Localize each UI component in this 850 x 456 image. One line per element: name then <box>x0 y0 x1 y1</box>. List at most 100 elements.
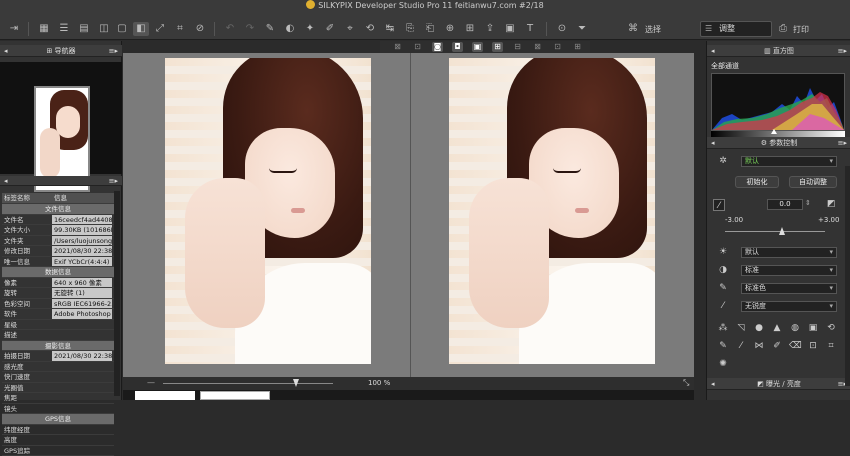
exposure-slider-track[interactable] <box>725 231 825 232</box>
adjust-dropdown[interactable]: ☰调整 <box>700 21 772 37</box>
tone-select[interactable]: 标准▾ <box>741 265 837 276</box>
preset-select[interactable]: 默认▾ <box>741 156 837 167</box>
filter-icon[interactable]: ⏷ <box>574 22 590 36</box>
zoom-out-icon[interactable]: — <box>147 378 155 387</box>
collapse-icon[interactable]: ◂ <box>711 45 715 57</box>
separator <box>214 22 215 36</box>
loupe-icon[interactable]: ⊙ <box>554 22 570 36</box>
dual-view-icon[interactable]: ◧ <box>133 22 149 36</box>
fit-icon[interactable]: ⤢ <box>152 22 168 36</box>
grid-view-icon[interactable]: ▦ <box>36 22 52 36</box>
tone-icon[interactable]: ◐ <box>282 22 298 36</box>
separator <box>546 22 547 36</box>
sphere-tool-icon[interactable]: ● <box>753 322 765 334</box>
view-mode-8-icon[interactable]: ⊠ <box>532 42 543 52</box>
color-icon: ✎ <box>717 282 729 294</box>
list-view-icon[interactable]: ☰ <box>56 22 72 36</box>
stepper-icon[interactable]: ⇕ <box>805 199 811 207</box>
film-thumbnail[interactable] <box>135 391 195 400</box>
info-scrollbar[interactable] <box>114 191 120 396</box>
rotate-tool-icon[interactable]: ⟲ <box>825 322 837 334</box>
palette-icon[interactable]: ▣ <box>502 22 518 36</box>
export-icon[interactable]: ⇪ <box>482 22 498 36</box>
triangle-tool-icon[interactable]: ▲ <box>771 322 783 334</box>
redo-icon[interactable]: ↷ <box>242 22 258 36</box>
expand-icon[interactable]: ⤡ <box>683 378 689 388</box>
frame-tool-icon[interactable]: ▣ <box>807 322 819 334</box>
print-icon[interactable]: ⎙ <box>775 22 791 36</box>
navigator-view[interactable] <box>0 62 122 174</box>
panel-menu-icon[interactable]: ≡▸ <box>838 137 847 149</box>
view-mode-2-icon[interactable]: ⊡ <box>412 42 423 52</box>
copy-icon[interactable]: ⎘ <box>402 22 418 36</box>
node-tool-icon[interactable]: ⊡ <box>807 340 819 352</box>
view-mode-1-icon[interactable]: ⊠ <box>392 42 403 52</box>
view-mode-4-icon[interactable]: ◘ <box>452 42 463 52</box>
view-mode-6-icon[interactable]: ⊞ <box>492 42 503 52</box>
preview-image-after[interactable] <box>449 58 655 364</box>
view-mode-5-icon[interactable]: ▣ <box>472 42 483 52</box>
info-value: Exif YCbCr(4:4:4) <box>52 257 112 268</box>
settings-icon[interactable]: ✲ <box>717 155 729 167</box>
collapse-icon[interactable]: ◂ <box>4 45 8 57</box>
panel-menu-icon[interactable]: ≡▸ <box>109 45 118 57</box>
auto-adjust-button[interactable]: 自动调整 <box>789 176 837 188</box>
text-icon[interactable]: T <box>522 22 538 36</box>
fish-tool-icon[interactable]: ⋈ <box>753 340 765 352</box>
transform-icon[interactable]: ⌖ <box>342 22 358 36</box>
view-mode-3-icon[interactable]: ◙ <box>432 42 443 52</box>
white-balance-select[interactable]: 默认▾ <box>741 247 837 258</box>
view-mode-9-icon[interactable]: ⊡ <box>552 42 563 52</box>
histogram-channel[interactable]: 全部通道 <box>711 61 845 72</box>
eraser-tool-icon[interactable]: ⌫ <box>789 340 801 352</box>
batch-icon[interactable]: ⊞ <box>462 22 478 36</box>
spark-tool-icon[interactable]: ✺ <box>717 358 729 370</box>
import-icon[interactable]: ⇥ <box>6 22 22 36</box>
grid-tool-icon[interactable]: ⁂ <box>717 322 729 334</box>
zoom-slider-track[interactable] <box>163 383 333 384</box>
collapse-icon[interactable]: ◂ <box>4 176 8 186</box>
undo-icon[interactable]: ↶ <box>222 22 238 36</box>
stamp-icon[interactable]: ✎ <box>262 22 278 36</box>
contrast-icon[interactable]: ◩ <box>827 199 836 209</box>
crop-icon[interactable]: ⌗ <box>172 22 188 36</box>
sharpness-select[interactable]: 无锐度▾ <box>741 301 837 312</box>
zoom-value[interactable]: 100 % <box>368 379 390 387</box>
color-select[interactable]: 标准色▾ <box>741 283 837 294</box>
single-view-icon[interactable]: ▢ <box>114 22 130 36</box>
thumbnail-view-icon[interactable]: ▤ <box>76 22 92 36</box>
pen-tool-icon[interactable]: ✎ <box>717 340 729 352</box>
brush-icon[interactable]: ✐ <box>322 22 338 36</box>
exposure-value[interactable]: 0.0 <box>767 199 803 210</box>
params-scrollbar[interactable] <box>845 166 850 386</box>
compare-view-icon[interactable]: ◫ <box>96 22 112 36</box>
white-balance-icon: ☀ <box>717 246 729 258</box>
flip-icon[interactable]: ↹ <box>382 22 398 36</box>
curve-tool-icon[interactable]: ◹ <box>735 322 747 334</box>
print-label[interactable]: 打印 <box>793 24 809 35</box>
film-thumbnail-selected[interactable] <box>200 391 270 400</box>
crop-tool-icon[interactable]: ⌗ <box>825 340 837 352</box>
eyedropper-icon[interactable]: ⁄ <box>713 199 725 211</box>
paste-icon[interactable]: ⎗ <box>422 22 438 36</box>
no-entry-icon[interactable]: ⊘ <box>192 22 208 36</box>
brush-tool-icon[interactable]: ✐ <box>771 340 783 352</box>
init-button[interactable]: 初始化 <box>735 176 779 188</box>
preview-image-before[interactable] <box>165 58 371 364</box>
select-icon[interactable]: ⌘ <box>625 22 641 36</box>
view-mode-10-icon[interactable]: ⊞ <box>572 42 583 52</box>
rotate-icon[interactable]: ⟲ <box>362 22 378 36</box>
view-mode-7-icon[interactable]: ⊟ <box>512 42 523 52</box>
split-divider[interactable] <box>410 53 411 377</box>
spot-icon[interactable]: ✦ <box>302 22 318 36</box>
collapse-icon[interactable]: ◂ <box>711 378 715 390</box>
select-label[interactable]: 选择 <box>645 24 661 35</box>
collapse-icon[interactable]: ◂ <box>711 137 715 149</box>
develop-icon[interactable]: ⊕ <box>442 22 458 36</box>
info-key: 文件名 <box>4 215 52 226</box>
panel-menu-icon[interactable]: ≡▸ <box>109 176 118 186</box>
dropper-tool-icon[interactable]: ⁄ <box>735 340 747 352</box>
sharpness-icon: ⁄ <box>717 300 729 312</box>
panel-menu-icon[interactable]: ≡▸ <box>838 45 847 57</box>
lens-tool-icon[interactable]: ◍ <box>789 322 801 334</box>
